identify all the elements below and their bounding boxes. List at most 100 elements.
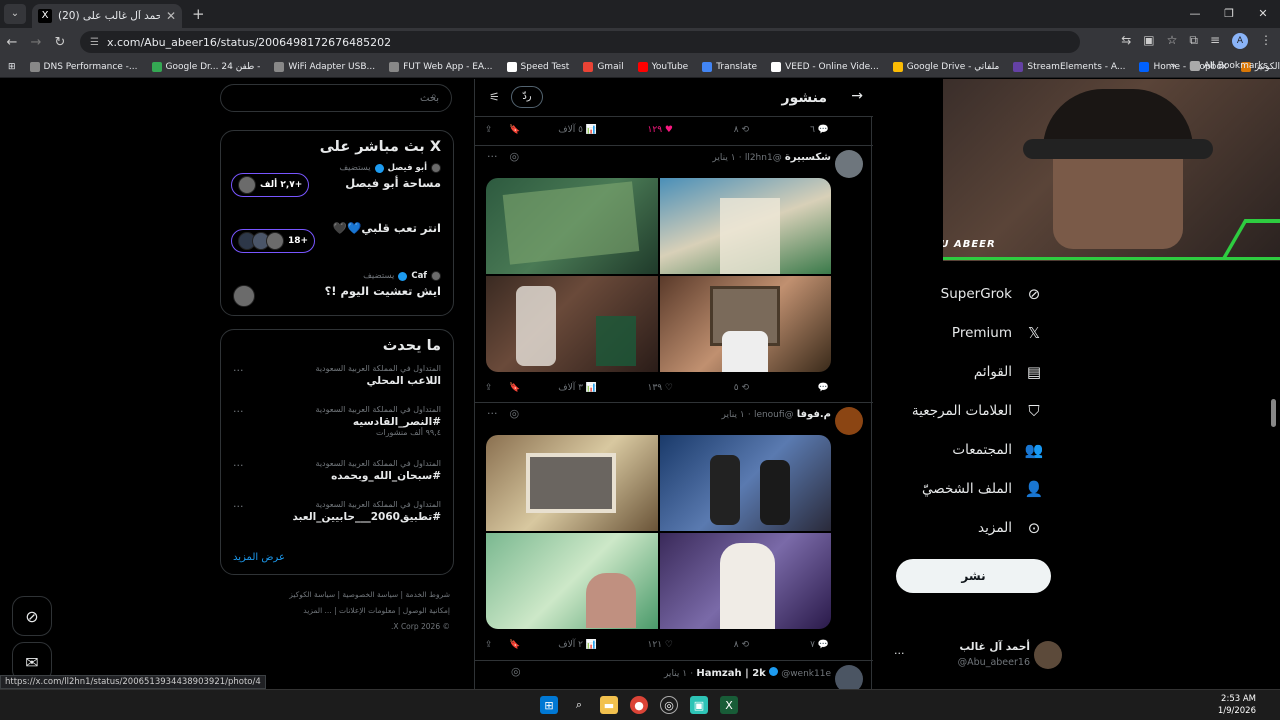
author-name[interactable]: Hamzah | 2k [696,668,765,679]
bookmark[interactable]: Google Drive - ملفاتي [892,61,999,72]
new-tab-button[interactable]: + [192,5,205,23]
menu-icon[interactable]: ⋮ [1260,33,1272,49]
more-icon[interactable]: ··· [487,150,498,163]
translate-icon[interactable]: ⇆ [1121,33,1131,49]
obs-icon[interactable]: ◎ [660,696,678,714]
nav-communities[interactable]: 👥 المجتمعات [952,435,1044,465]
more-icon[interactable]: ··· [487,407,498,420]
forward-icon[interactable]: → [24,35,48,50]
grok-icon[interactable]: ◎ [510,407,520,420]
post[interactable]: Hamzah | 2k @wenk11e · ١ يناير ◎ [475,660,873,689]
repost-action[interactable]: ⟲ ٥ [734,383,749,393]
file-explorer-icon[interactable]: ▬ [600,696,618,714]
grok-icon[interactable]: ◎ [510,150,520,163]
author-name[interactable]: م.فوفا [797,409,831,420]
extensions-icon[interactable]: ⧉ [1189,33,1198,49]
search-icon[interactable]: ⌕ [570,696,588,714]
trend-item[interactable]: المتداول في المملكة العربية السعودية #سب… [221,455,453,496]
post-image[interactable] [659,276,831,372]
like-action[interactable]: ♡ ١٢١ [648,640,673,650]
reply-button[interactable]: ردّ [511,86,543,108]
bookmark[interactable]: YouTube [637,61,688,72]
repost-action[interactable]: ⟲ ٨ [734,125,749,135]
listener-count-pill[interactable]: ٢,٧ ألف+ [231,173,310,197]
more-icon[interactable]: ··· [233,364,244,377]
reload-icon[interactable]: ↻ [48,35,72,50]
trend-item[interactable]: المتداول في المملكة العربية السعودية #تط… [221,496,453,537]
system-clock[interactable]: 2:53 AM 1/9/2026 [1218,693,1256,717]
bookmark[interactable]: Translate [702,61,757,72]
bookmark[interactable]: WiFi Adapter USB... [274,61,375,72]
filter-icon[interactable]: ⚟ [489,90,500,104]
trend-item[interactable]: المتداول في المملكة العربية السعودية #ال… [221,401,453,455]
bookmark[interactable]: DNS Performance -... [29,61,138,72]
reply-action[interactable]: 💬 ٦ [810,125,829,135]
minimize-button[interactable]: — [1178,0,1212,28]
chrome-icon[interactable]: ● [630,696,648,714]
share-icon[interactable]: ⇪ [485,125,493,135]
search-input[interactable]: بحث ⌕ [220,84,452,112]
star-icon[interactable]: ☆ [1167,33,1178,49]
arrow-back-icon[interactable]: → [851,88,863,104]
author-name[interactable]: شكسبيرة [785,152,831,163]
like-action[interactable]: ♡ ١٣٩ [648,383,673,393]
post[interactable]: م.فوفا @lenoufi · ١ يناير ··· ◎ 💬 ٧ ⟲ ٨ … [475,402,873,658]
cast-icon[interactable]: ▣ [1143,33,1154,49]
url-bar[interactable]: ☰ x.com/Abu_abeer16/status/2006498172676… [80,31,1080,53]
grok-icon[interactable]: ◎ [511,665,521,678]
repost-action[interactable]: ⟲ ٨ [734,640,749,650]
post-image[interactable] [486,178,658,274]
avatar[interactable] [835,665,863,689]
scrollbar[interactable] [1271,399,1276,427]
close-window-button[interactable]: ✕ [1246,0,1280,28]
post-image[interactable] [486,533,658,629]
post-image[interactable] [659,178,831,274]
post-button[interactable]: نشر [896,559,1051,593]
more-icon[interactable]: ··· [233,500,244,513]
listener-count-pill[interactable]: 18+ [231,229,316,253]
more-icon[interactable]: ··· [233,405,244,418]
account-switcher[interactable]: أحمد آل غالب @Abu_abeer16 ··· [894,639,1064,679]
views-action[interactable]: 📊 ٢ آلاف [558,640,597,650]
app-icon[interactable]: ▣ [690,696,708,714]
nav-premium[interactable]: 𝕏 Premium [952,318,1044,348]
trend-item[interactable]: المتداول في المملكة العربية السعودية الل… [221,360,453,401]
grok-fab-button[interactable]: ⊘ [12,596,52,636]
nav-bookmarks[interactable]: ⛉ العلامات المرجعية [912,396,1044,426]
restore-button[interactable]: ❐ [1212,0,1246,28]
share-icon[interactable]: ⇪ [485,640,493,650]
views-action[interactable]: 📊 ٣ آلاف [558,383,597,393]
nav-lists[interactable]: ▤ القوائم [974,357,1044,387]
post-image[interactable] [659,435,831,531]
space-item[interactable]: Caf يستضيف ايش تعشيت اليوم !؟ [221,271,453,317]
space-item[interactable]: أبو فيصل يستضيف مساحة أبو فيصل ٢,٧ ألف+ [221,163,453,209]
bookmark-icon[interactable]: 🔖 [509,640,520,650]
post[interactable]: شكسبيرة @ll2hn1 · ١ يناير ··· ◎ 💬 ⟲ ٥ ♡ … [475,145,873,400]
post-image[interactable] [486,435,658,531]
avatar[interactable] [835,407,863,435]
more-icon[interactable]: ··· [233,459,244,472]
post-image[interactable] [659,533,831,629]
space-item[interactable]: انتر تعب قلبي💙🖤 18+ [221,221,453,267]
nav-more[interactable]: ⊙ المزيد [978,513,1044,543]
nav-profile[interactable]: 👤 الملف الشخصيّ [922,474,1044,504]
reply-action[interactable]: 💬 [818,383,829,393]
tab-search-button[interactable]: ⌄ [4,4,26,24]
bookmark[interactable]: StreamElements - A... [1013,61,1125,72]
bookmark-icon[interactable]: 🔖 [509,383,520,393]
nav-supergrok[interactable]: ⊘ SuperGrok [941,279,1044,309]
windows-start-icon[interactable]: ⊞ [540,696,558,714]
back-icon[interactable]: ← [0,35,24,50]
show-more-link[interactable]: عرض المزيد [233,552,285,563]
share-icon[interactable]: ⇪ [485,383,493,393]
bookmark[interactable]: Speed Test [506,61,569,72]
media-icon[interactable]: ≡ [1210,33,1220,49]
post-image[interactable] [486,276,658,372]
close-tab-icon[interactable]: ✕ [166,9,176,23]
apps-icon[interactable]: ⊞ [8,62,16,72]
avatar[interactable] [835,150,863,178]
browser-tab[interactable]: X (20) أحمد آل غالب على X: "الى : ✕ [32,4,182,28]
bookmark[interactable]: FUT Web App - EA... [389,61,493,72]
reply-action[interactable]: 💬 ٧ [810,640,829,650]
bookmark-icon[interactable]: 🔖 [509,125,520,135]
